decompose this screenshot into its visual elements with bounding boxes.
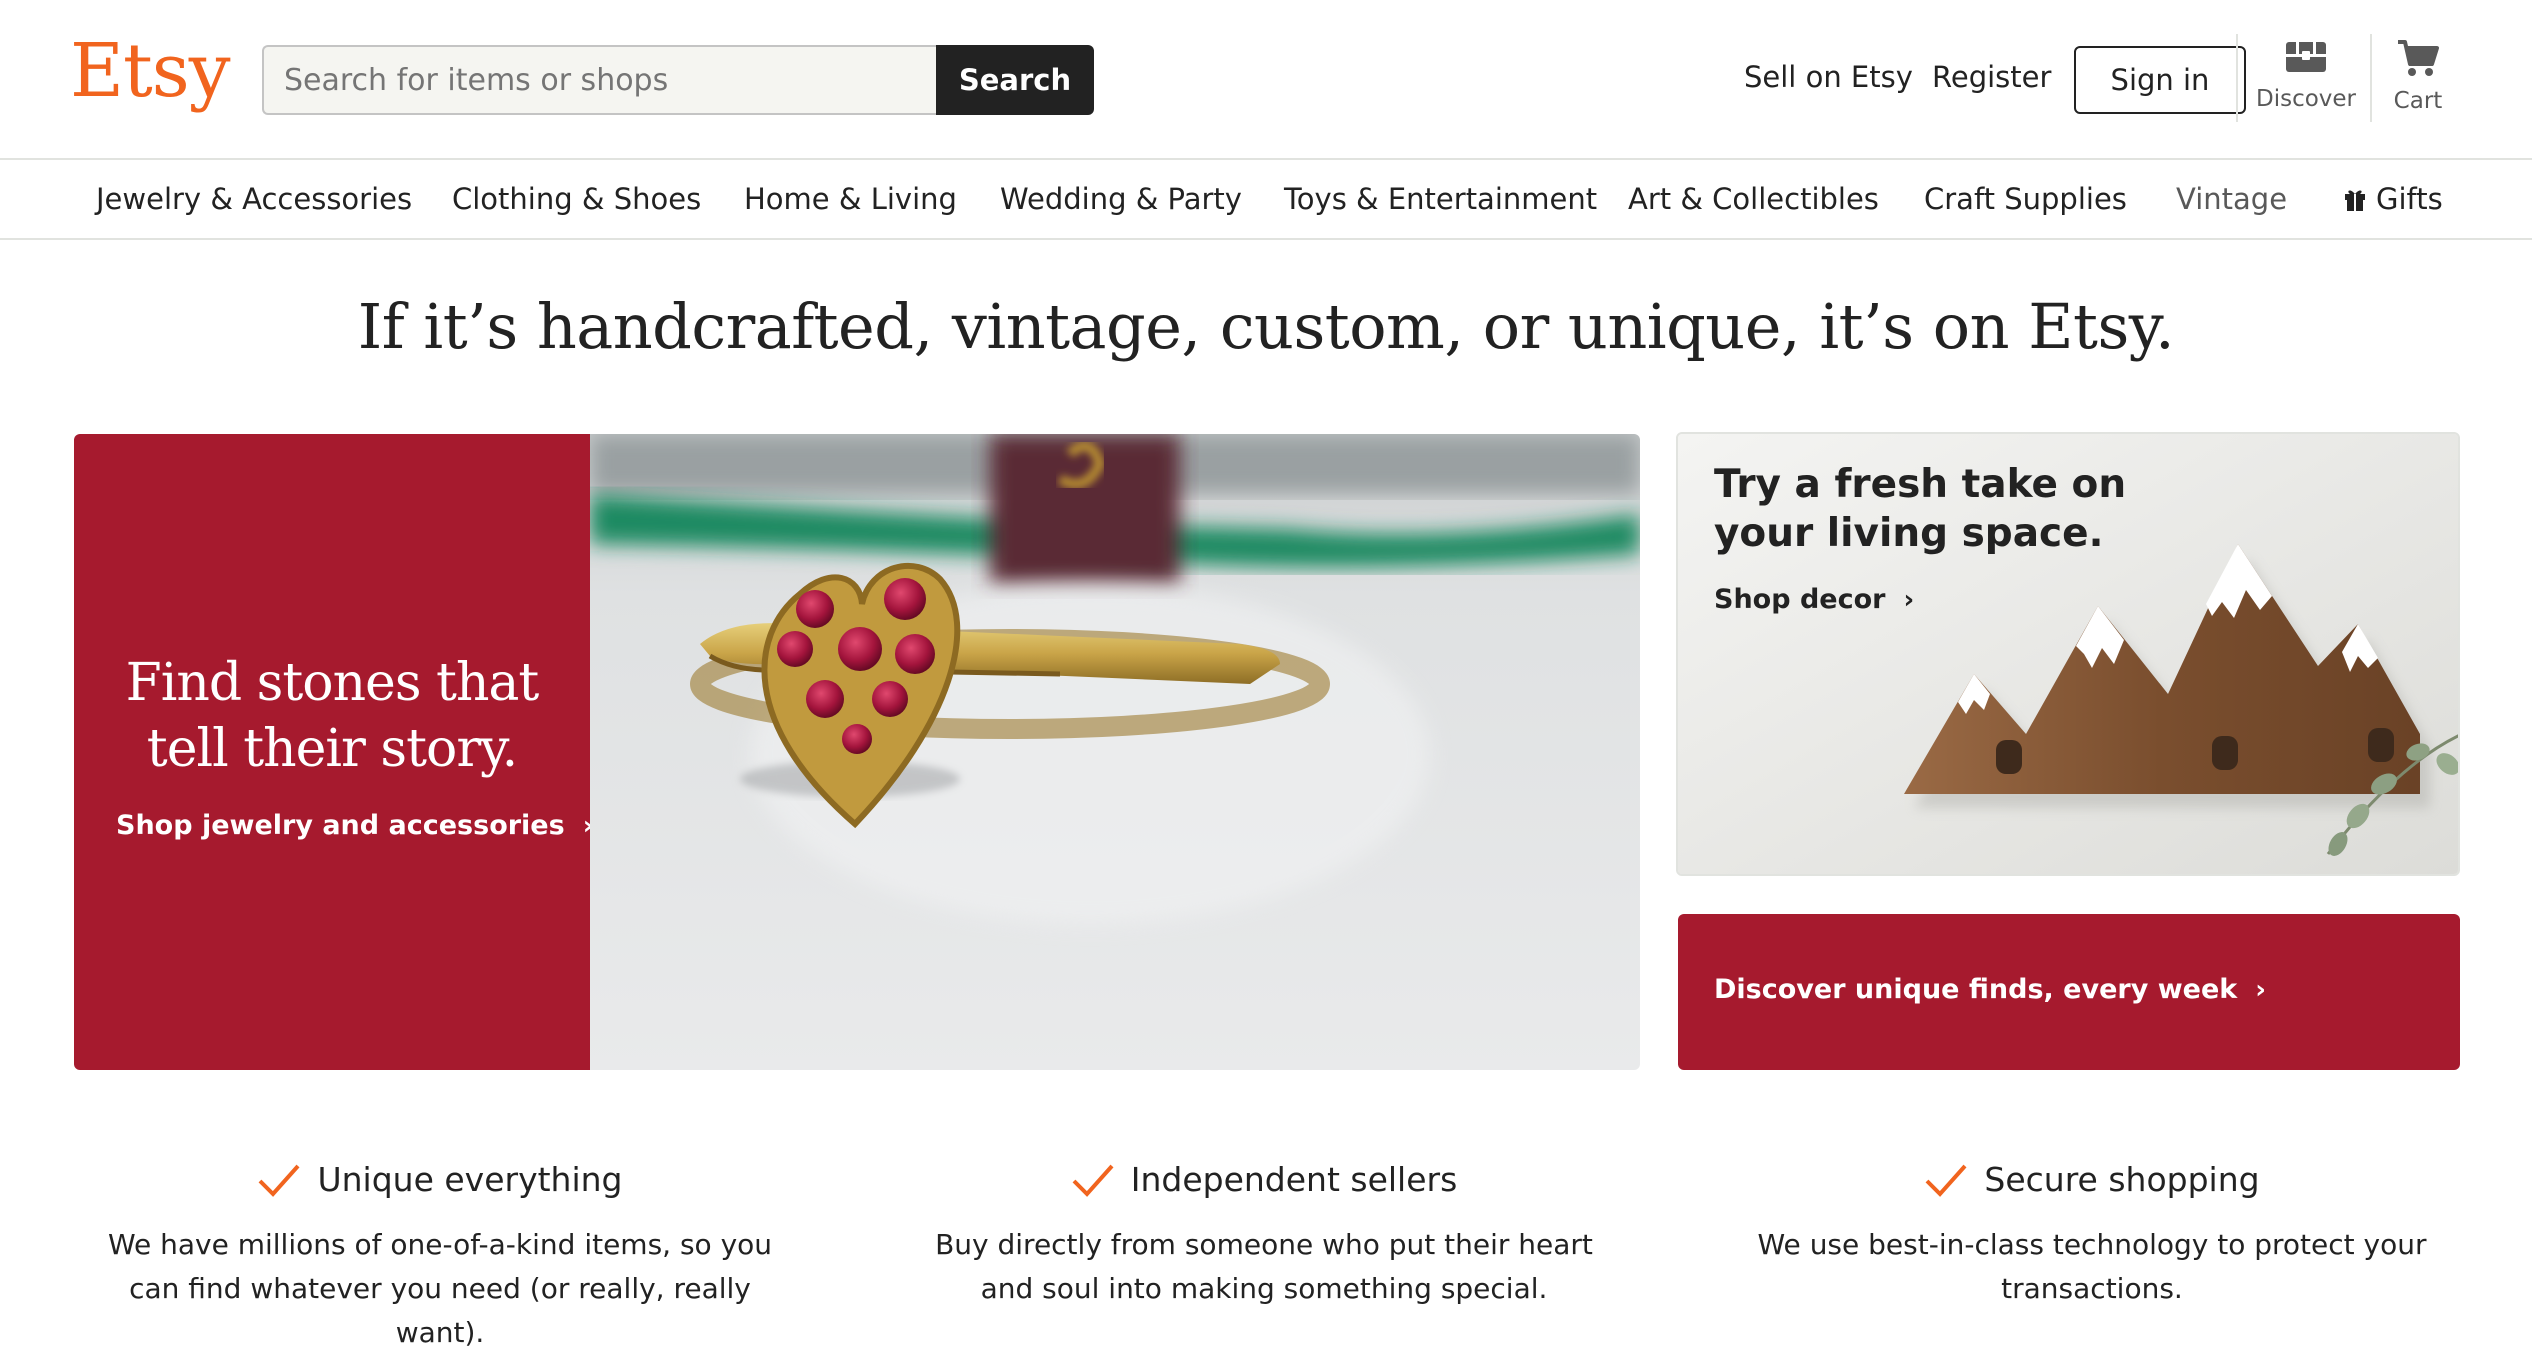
hero-title: Find stones that tell their story. — [125, 653, 540, 779]
gift-icon — [2344, 185, 2366, 219]
category-home-living[interactable]: Home & Living — [744, 182, 957, 216]
heart-ruby-ring-photo — [590, 434, 1640, 1070]
value-prop-title-text: Independent sellers — [1130, 1160, 1458, 1199]
cart-label: Cart — [2393, 88, 2443, 114]
search-button[interactable]: Search — [936, 45, 1094, 115]
shop-decor-label: Shop decor — [1714, 584, 1886, 615]
site-header: Etsy Search Sell on Etsy Register Sign i… — [0, 0, 2532, 160]
etsy-logo[interactable]: Etsy — [70, 34, 231, 108]
chevron-right-icon: › — [1903, 585, 1915, 615]
category-vintage[interactable]: Vintage — [2176, 182, 2287, 216]
category-nav: Jewelry & Accessories Clothing & Shoes H… — [0, 160, 2532, 240]
discover-label: Discover — [2255, 86, 2357, 112]
header-divider — [2236, 34, 2238, 122]
category-craft-supplies[interactable]: Craft Supplies — [1924, 182, 2127, 216]
value-prop-title-text: Secure shopping — [1984, 1160, 2260, 1199]
value-prop-description: Buy directly from someone who put their … — [935, 1228, 1593, 1305]
cart-icon — [2358, 38, 2478, 78]
decor-title: Try a fresh take on your living space. — [1714, 462, 2127, 556]
shop-decor-link[interactable]: Shop decor › — [1714, 584, 1914, 615]
value-prop-sellers: Independent sellers Buy directly from so… — [884, 1160, 1644, 1311]
discover-weekly-card[interactable]: Discover unique finds, every week › — [1678, 914, 2460, 1070]
category-wedding-party[interactable]: Wedding & Party — [1000, 182, 1242, 216]
shop-jewelry-link[interactable]: Shop jewelry and accessories › — [116, 810, 593, 841]
category-clothing-shoes[interactable]: Clothing & Shoes — [452, 182, 701, 216]
checkmark-icon — [1071, 1163, 1115, 1207]
sign-in-button[interactable]: Sign in — [2074, 46, 2246, 114]
page-tagline: If it’s handcrafted, vintage, custom, or… — [357, 290, 2175, 363]
category-art-collectibles[interactable]: Art & Collectibles — [1628, 182, 1879, 216]
discover-button[interactable]: Discover — [2246, 38, 2366, 128]
value-prop-title: Secure shopping — [1712, 1160, 2472, 1207]
search-input[interactable] — [262, 45, 938, 115]
discover-icon — [2246, 38, 2366, 76]
value-prop-title: Independent sellers — [884, 1160, 1644, 1207]
checkmark-icon — [257, 1163, 301, 1207]
discover-weekly-link[interactable]: Discover unique finds, every week › — [1714, 974, 2266, 1005]
shop-jewelry-label: Shop jewelry and accessories — [116, 810, 565, 841]
value-prop-description: We have millions of one-of-a-kind items,… — [107, 1228, 773, 1349]
hero-text-panel: Find stones that tell their story. Shop … — [74, 434, 593, 1070]
register-link[interactable]: Register — [1932, 60, 2051, 94]
value-prop-description: We use best-in-class technology to prote… — [1757, 1228, 2427, 1305]
value-prop-unique: Unique everything We have millions of on… — [60, 1160, 820, 1355]
category-gifts[interactable]: Gifts — [2344, 182, 2443, 219]
checkmark-icon — [1924, 1163, 1968, 1207]
cart-button[interactable]: Cart — [2358, 38, 2478, 128]
sell-on-etsy-link[interactable]: Sell on Etsy — [1744, 60, 1913, 94]
value-prop-secure: Secure shopping We use best-in-class tec… — [1712, 1160, 2472, 1311]
search-bar: Search — [262, 45, 1094, 115]
chevron-right-icon: › — [2255, 975, 2266, 1005]
discover-weekly-label: Discover unique finds, every week — [1714, 974, 2238, 1005]
category-gifts-label: Gifts — [2376, 182, 2443, 216]
category-toys-entertainment[interactable]: Toys & Entertainment — [1284, 182, 1597, 216]
hero-decor-card[interactable]: Try a fresh take on your living space. S… — [1676, 432, 2460, 876]
category-jewelry-accessories[interactable]: Jewelry & Accessories — [96, 182, 412, 216]
hero-jewelry-banner[interactable]: Find stones that tell their story. Shop … — [74, 434, 1640, 1070]
value-prop-title: Unique everything — [60, 1160, 820, 1207]
value-prop-title-text: Unique everything — [317, 1160, 623, 1199]
